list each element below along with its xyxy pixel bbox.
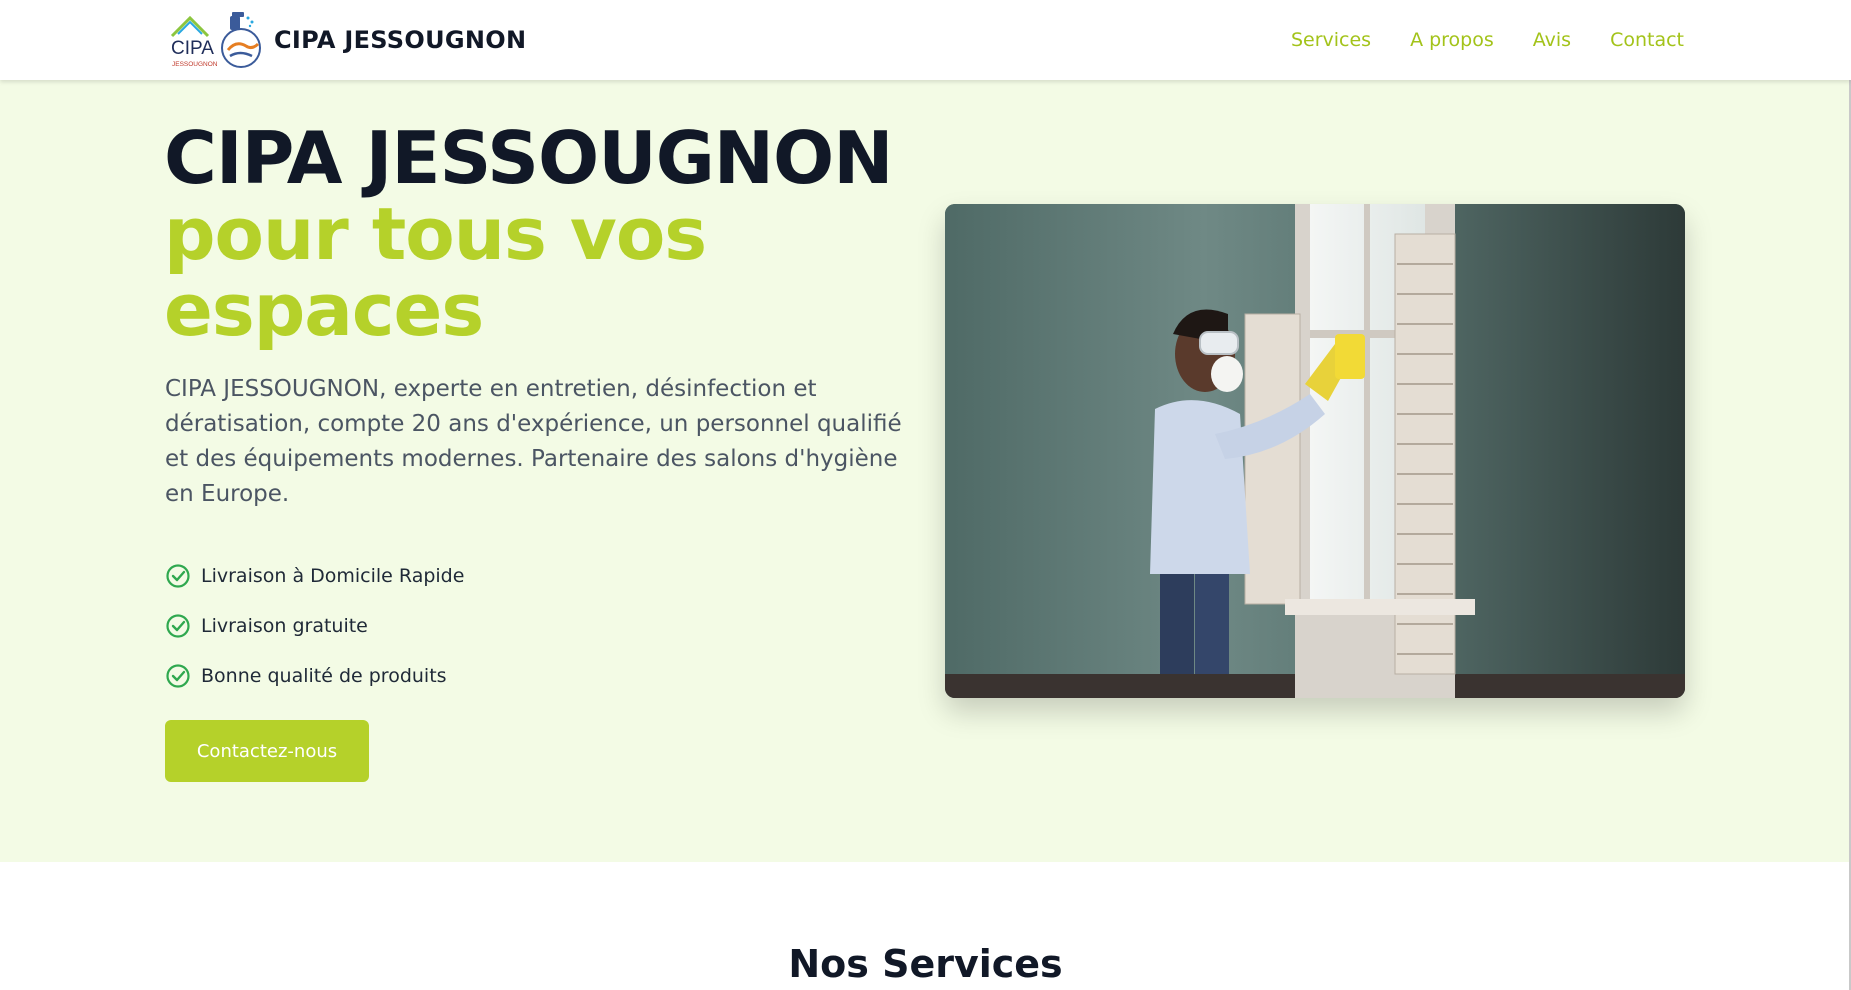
nav-link-reviews[interactable]: Avis — [1533, 29, 1571, 51]
feature-label: Livraison gratuite — [201, 615, 368, 637]
hero-image — [945, 204, 1685, 698]
nav-link-contact[interactable]: Contact — [1610, 29, 1684, 51]
feature-item: Livraison gratuite — [165, 601, 464, 651]
company-logo: CIPA JESSOUGNON — [170, 12, 261, 68]
main-nav: Services A propos Avis Contact — [1291, 0, 1684, 80]
nav-link-services[interactable]: Services — [1291, 29, 1371, 51]
check-circle-icon — [166, 564, 190, 588]
feature-item: Livraison à Domicile Rapide — [165, 551, 464, 601]
hero-title-line2: pour tous vos — [164, 192, 707, 276]
cleaning-photo — [945, 204, 1685, 698]
hero-description: CIPA JESSOUGNON, experte en entretien, d… — [165, 376, 902, 507]
brand-link[interactable]: CIPA JESSOUGNON CIPA JESSOUGNON — [168, 10, 526, 70]
services-section: Nos Services — [0, 862, 1851, 990]
hero-section: CIPA JESSOUGNON pour tous vos espaces CI… — [0, 80, 1851, 862]
logo-subtext: JESSOUGNON — [172, 61, 218, 68]
feature-item: Bonne qualité de produits — [165, 651, 464, 701]
brand-name: CIPA JESSOUGNON — [274, 26, 527, 54]
hero-title-line3: espaces — [164, 268, 484, 352]
check-circle-icon — [166, 664, 190, 688]
services-title: Nos Services — [788, 942, 1063, 986]
hero-title: CIPA JESSOUGNON pour tous vos espaces — [164, 120, 924, 348]
feature-label: Bonne qualité de produits — [201, 665, 447, 687]
contact-button[interactable]: Contactez-nous — [165, 720, 369, 782]
nav-link-about[interactable]: A propos — [1410, 29, 1494, 51]
logo-text: CIPA — [171, 38, 214, 59]
site-header: CIPA JESSOUGNON CIPA JESSOUGNON Services… — [0, 0, 1851, 80]
hero-title-line1: CIPA JESSOUGNON — [164, 116, 894, 200]
check-circle-icon — [166, 614, 190, 638]
feature-label: Livraison à Domicile Rapide — [201, 565, 465, 587]
feature-list: Livraison à Domicile Rapide Livraison gr… — [165, 551, 464, 701]
